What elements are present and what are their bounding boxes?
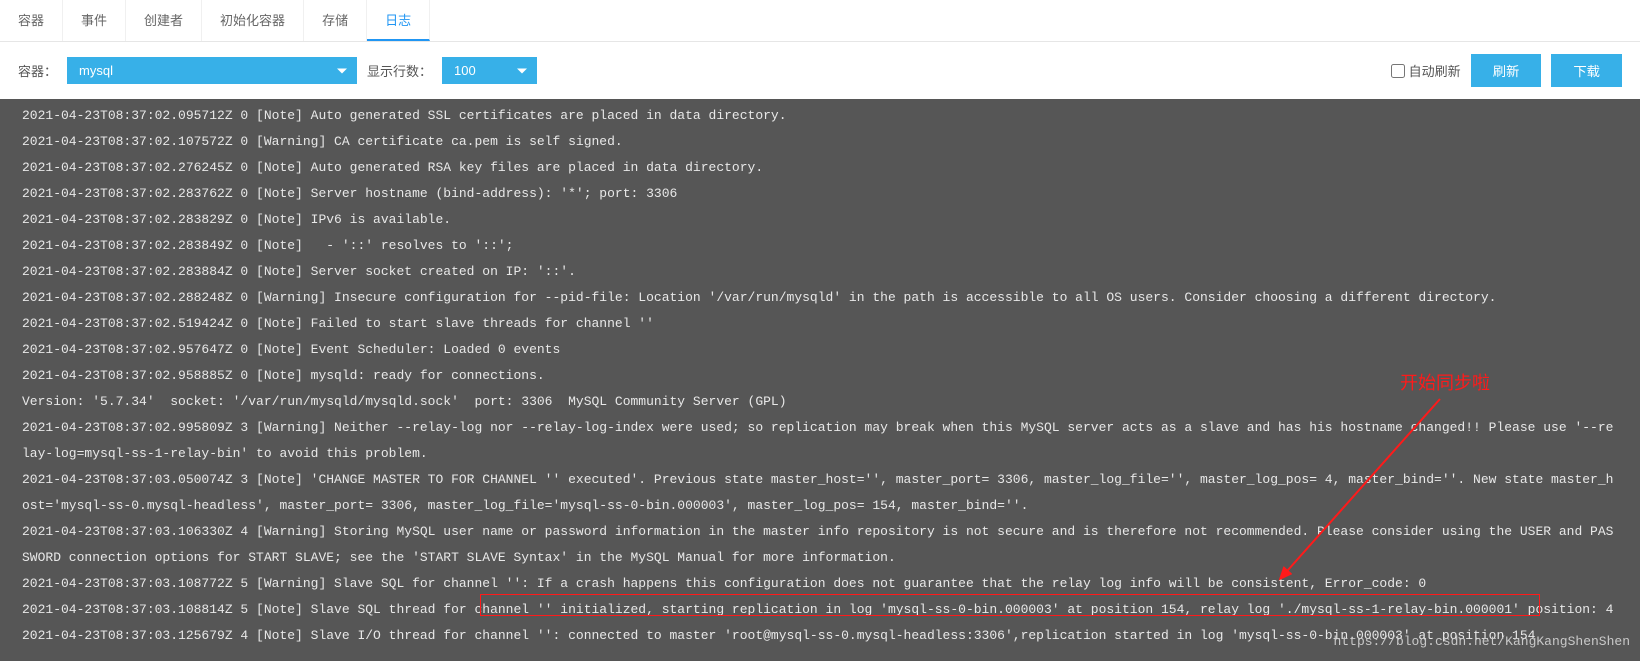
log-line: 2021-04-23T08:37:02.995809Z 3 [Warning] …	[0, 415, 1640, 467]
log-toolbar: 容器： mysql 显示行数： 100 自动刷新 刷新 下载	[0, 42, 1640, 99]
rows-select-value: 100	[454, 63, 476, 78]
log-line: Version: '5.7.34' socket: '/var/run/mysq…	[0, 389, 1640, 415]
log-line: 2021-04-23T08:37:03.108772Z 5 [Warning] …	[0, 571, 1640, 597]
log-line: 2021-04-23T08:37:02.276245Z 0 [Note] Aut…	[0, 155, 1640, 181]
log-line: 2021-04-23T08:37:02.958885Z 0 [Note] mys…	[0, 363, 1640, 389]
log-line: 2021-04-23T08:37:02.283762Z 0 [Note] Ser…	[0, 181, 1640, 207]
tab-2[interactable]: 创建者	[126, 0, 202, 41]
container-select[interactable]: mysql	[67, 57, 357, 84]
log-line: 2021-04-23T08:37:02.095712Z 0 [Note] Aut…	[0, 103, 1640, 129]
download-button[interactable]: 下载	[1551, 54, 1622, 87]
log-output[interactable]: 2021-04-23T08:37:02.095712Z 0 [Note] Aut…	[0, 99, 1640, 661]
auto-refresh-label: 自动刷新	[1409, 61, 1461, 80]
refresh-button[interactable]: 刷新	[1471, 54, 1542, 87]
tab-4[interactable]: 存储	[304, 0, 367, 41]
container-label: 容器：	[18, 61, 57, 80]
tab-5[interactable]: 日志	[367, 0, 430, 41]
watermark-text: https://blog.csdn.net/KangKangShenShen	[1334, 629, 1630, 655]
rows-label: 显示行数：	[367, 61, 432, 80]
rows-select[interactable]: 100	[442, 57, 537, 84]
auto-refresh-input[interactable]	[1391, 64, 1405, 78]
log-line: 2021-04-23T08:37:02.288248Z 0 [Warning] …	[0, 285, 1640, 311]
log-line: 2021-04-23T08:37:02.283829Z 0 [Note] IPv…	[0, 207, 1640, 233]
tab-1[interactable]: 事件	[63, 0, 126, 41]
log-line: 2021-04-23T08:37:03.108814Z 5 [Note] Sla…	[0, 597, 1640, 623]
auto-refresh-checkbox[interactable]: 自动刷新	[1391, 61, 1461, 80]
log-line: 2021-04-23T08:37:02.957647Z 0 [Note] Eve…	[0, 337, 1640, 363]
log-line: 2021-04-23T08:37:02.107572Z 0 [Warning] …	[0, 129, 1640, 155]
tab-bar: 容器事件创建者初始化容器存储日志	[0, 0, 1640, 42]
container-select-value: mysql	[79, 63, 113, 78]
log-line: 2021-04-23T08:37:03.050074Z 3 [Note] 'CH…	[0, 467, 1640, 519]
log-line: 2021-04-23T08:37:02.283884Z 0 [Note] Ser…	[0, 259, 1640, 285]
log-line: 2021-04-23T08:37:03.106330Z 4 [Warning] …	[0, 519, 1640, 571]
log-line: 2021-04-23T08:37:02.519424Z 0 [Note] Fai…	[0, 311, 1640, 337]
log-line: 2021-04-23T08:37:02.283849Z 0 [Note] - '…	[0, 233, 1640, 259]
tab-3[interactable]: 初始化容器	[202, 0, 304, 41]
tab-0[interactable]: 容器	[0, 0, 63, 41]
